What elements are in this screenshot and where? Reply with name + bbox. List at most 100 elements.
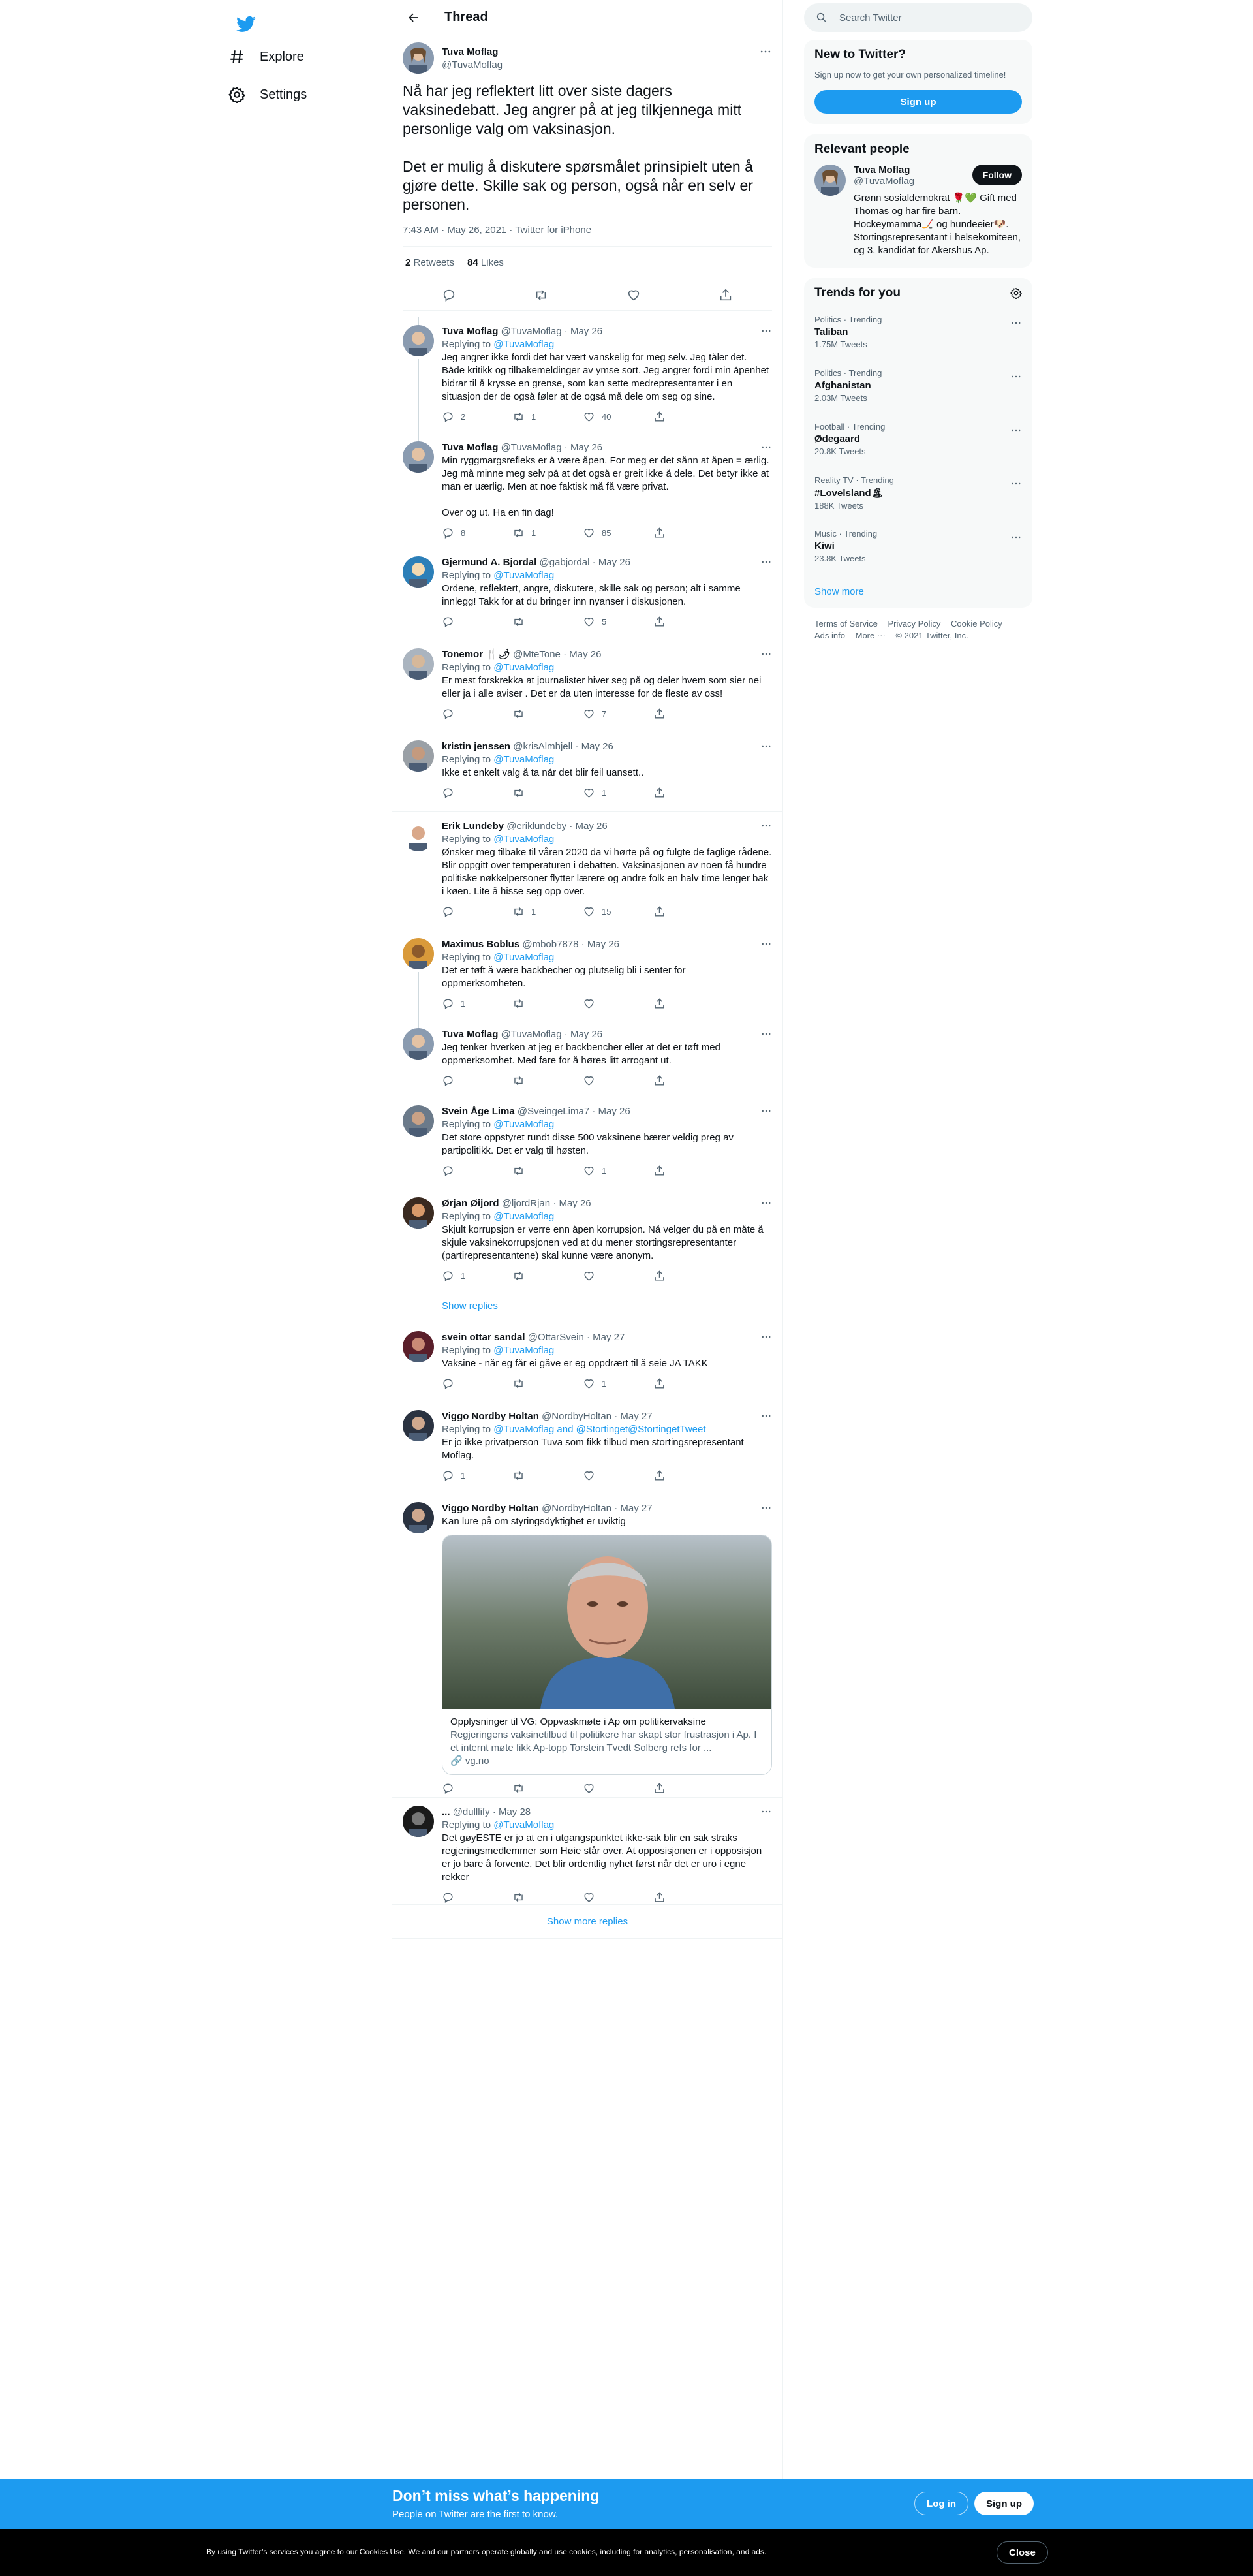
retweet-icon[interactable] (534, 288, 548, 302)
nav-settings[interactable]: Settings (228, 77, 307, 112)
avatar[interactable] (403, 1331, 434, 1362)
more-icon[interactable] (1010, 478, 1022, 490)
share-button[interactable] (653, 1469, 724, 1482)
share-icon[interactable] (719, 288, 733, 302)
cookie-close-button[interactable]: Close (997, 2541, 1048, 2564)
author-handle[interactable]: @MteTone (513, 649, 561, 660)
retweet-button[interactable]: 1 (512, 527, 583, 539)
reply-button[interactable]: 1 (442, 1270, 512, 1282)
tweet-date[interactable]: · May 27 (614, 1503, 652, 1514)
author-name[interactable]: ... (442, 1806, 450, 1817)
reply-button[interactable] (442, 1782, 512, 1795)
like-button[interactable] (583, 997, 653, 1010)
share-button[interactable] (653, 1377, 724, 1390)
author-handle[interactable]: @mbob7878 (522, 939, 578, 950)
reply-tweet[interactable]: svein ottar sandal @OttarSvein · May 27 R… (392, 1323, 782, 1402)
author-name[interactable]: Svein Åge Lima (442, 1106, 515, 1117)
author-handle[interactable]: @gabjordal (539, 557, 589, 568)
share-button[interactable] (653, 708, 724, 720)
like-button[interactable] (583, 1075, 653, 1087)
share-button[interactable] (653, 1075, 724, 1087)
more-icon[interactable] (1010, 424, 1022, 436)
signup-button[interactable]: Sign up (814, 90, 1022, 114)
reply-tweet[interactable]: Gjermund A. Bjordal @gabjordal · May 26 R… (392, 548, 782, 640)
footer-privacy-link[interactable]: Privacy Policy (888, 619, 940, 629)
avatar[interactable] (403, 740, 434, 772)
replying-to-link[interactable]: @TuvaMoflag (493, 570, 554, 581)
retweet-button[interactable] (512, 1075, 583, 1087)
tweet-date[interactable]: · May 26 (553, 1198, 591, 1209)
replying-to-link[interactable]: @TuvaMoflag and @Stortinget (493, 1424, 628, 1435)
retweet-button[interactable]: 1 (512, 411, 583, 423)
footer-terms-link[interactable]: Terms of Service (814, 619, 878, 629)
share-button[interactable] (653, 616, 724, 628)
reply-tweet[interactable]: Tuva Moflag @TuvaMoflag · May 26 Jeg tenk… (392, 1020, 782, 1097)
avatar[interactable] (403, 1028, 434, 1060)
author-handle[interactable]: @OttarSvein (528, 1332, 584, 1343)
author-handle[interactable]: @TuvaMoflag (501, 326, 562, 337)
like-icon[interactable] (626, 288, 641, 302)
login-button[interactable]: Log in (914, 2492, 968, 2515)
replying-to-link[interactable]: @TuvaMoflag (493, 952, 554, 963)
reply-tweet[interactable]: Tuva Moflag @TuvaMoflag · May 26 Min rygg… (392, 433, 782, 548)
more-icon[interactable] (759, 45, 772, 58)
reply-tweet[interactable]: Tonemor 🍴🌶 @MteTone · May 26 Replying to … (392, 640, 782, 732)
reply-tweet[interactable]: kristin jenssen @krisAlmhjell · May 26 Re… (392, 732, 782, 812)
tweet-date[interactable]: · May 27 (587, 1332, 625, 1343)
more-icon[interactable] (1010, 317, 1022, 329)
replying-to-link[interactable]: @TuvaMoflag (493, 662, 554, 673)
trend-item[interactable]: Football · Trending Ødegaard 20.8K Tweet… (804, 415, 1032, 469)
avatar[interactable] (814, 165, 846, 196)
show-more-replies-button[interactable]: Show more replies (392, 1905, 782, 1939)
tweet-date[interactable]: · May 26 (565, 326, 602, 337)
reply-button[interactable] (442, 1075, 512, 1087)
author-name[interactable]: Ørjan Øijord (442, 1198, 499, 1209)
back-arrow-icon[interactable] (403, 7, 425, 29)
retweet-button[interactable] (512, 1165, 583, 1177)
like-button[interactable]: 7 (583, 708, 653, 720)
like-button[interactable]: 5 (583, 616, 653, 628)
like-button[interactable] (583, 1782, 653, 1795)
reply-tweet[interactable]: Svein Åge Lima @SveingeLima7 · May 26 Rep… (392, 1097, 782, 1189)
replying-to-link[interactable]: @StortingetTweet (628, 1424, 705, 1435)
footer-cookie-link[interactable]: Cookie Policy (951, 619, 1002, 629)
reply-tweet[interactable]: Viggo Nordby Holtan @NordbyHoltan · May … (392, 1494, 782, 1798)
retweets-stat[interactable]: 2 Retweets (405, 257, 454, 268)
tweet-date[interactable]: · May 26 (592, 1106, 630, 1117)
avatar[interactable] (403, 1410, 434, 1441)
replying-to-link[interactable]: @TuvaMoflag (493, 1345, 554, 1356)
link-card[interactable]: Opplysninger til VG: Oppvaskmøte i Ap om… (442, 1535, 772, 1775)
reply-button[interactable]: 1 (442, 1469, 512, 1482)
retweet-button[interactable] (512, 1270, 583, 1282)
like-button[interactable]: 1 (583, 1377, 653, 1390)
trend-item[interactable]: Politics · Trending Afghanistan 2.03M Tw… (804, 362, 1032, 415)
reply-button[interactable] (442, 905, 512, 918)
reply-tweet[interactable]: Erik Lundeby @eriklundeby · May 26 Replyi… (392, 812, 782, 930)
reply-button[interactable] (442, 616, 512, 628)
reply-button[interactable] (442, 708, 512, 720)
share-button[interactable] (653, 905, 724, 918)
avatar[interactable] (403, 820, 434, 851)
retweet-button[interactable]: 1 (512, 905, 583, 918)
avatar[interactable] (403, 648, 434, 680)
author-name[interactable]: Erik Lundeby (442, 821, 504, 832)
retweet-button[interactable] (512, 1469, 583, 1482)
footer-ads-link[interactable]: Ads info (814, 631, 845, 640)
like-button[interactable]: 15 (583, 905, 653, 918)
like-button[interactable] (583, 1270, 653, 1282)
avatar[interactable] (403, 1197, 434, 1229)
avatar[interactable] (403, 1806, 434, 1837)
show-more-trends-link[interactable]: Show more (804, 576, 1032, 608)
avatar[interactable] (403, 42, 434, 74)
replying-to-link[interactable]: @TuvaMoflag (493, 834, 554, 845)
trend-item[interactable]: Reality TV · Trending #Lovelsland🏝 188K … (804, 469, 1032, 522)
avatar[interactable] (403, 1502, 434, 1533)
tweet-timestamp[interactable]: 7:43 AM · May 26, 2021 · Twitter for iPh… (403, 225, 772, 247)
bottom-signup-button[interactable]: Sign up (974, 2492, 1034, 2515)
author-name[interactable]: Tuva Moflag (442, 46, 498, 57)
share-button[interactable] (653, 787, 724, 799)
author-handle[interactable]: @TuvaMoflag (501, 442, 562, 453)
share-button[interactable] (653, 527, 724, 539)
author-name[interactable]: Gjermund A. Bjordal (442, 557, 536, 568)
tweet-date[interactable]: · May 28 (493, 1806, 531, 1817)
